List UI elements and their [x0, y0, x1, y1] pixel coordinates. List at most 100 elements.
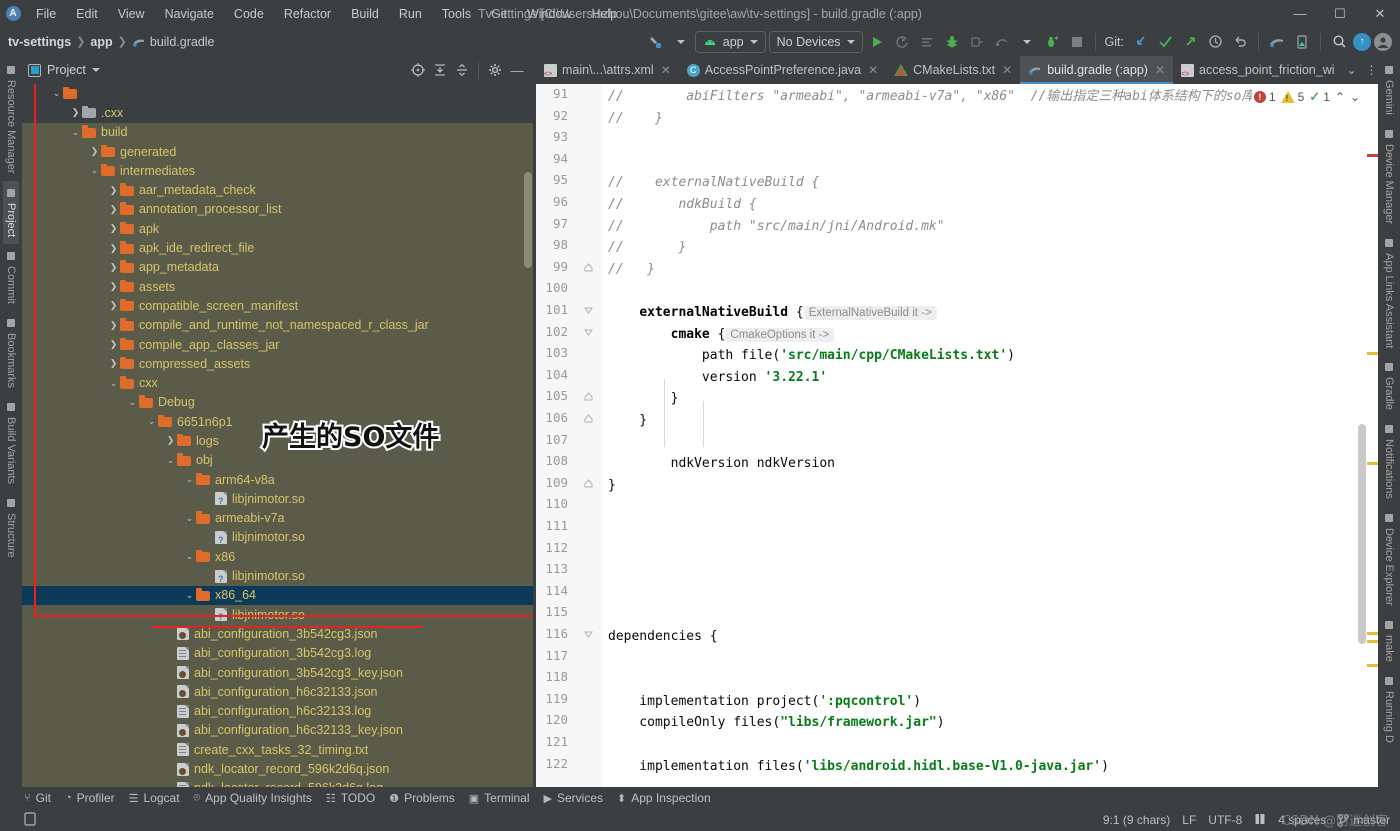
caret-position[interactable]: 9:1 (9 chars): [1103, 813, 1170, 827]
tree-row[interactable]: abi_configuration_h6c32133.json: [22, 682, 533, 701]
code-line[interactable]: // }: [608, 259, 655, 281]
editor-tab-4[interactable]: access_point_friction_wi: [1173, 56, 1343, 84]
code-line[interactable]: compileOnly files("libs/framework.jar"): [608, 712, 945, 734]
tree-row[interactable]: ⌄build: [22, 123, 533, 142]
bottom-tab-terminal[interactable]: ▣Terminal: [469, 791, 530, 805]
fold-end-icon[interactable]: [584, 479, 593, 491]
lock-icon[interactable]: [1254, 813, 1266, 828]
chevron-right-icon[interactable]: ❯: [107, 358, 120, 369]
run-icon[interactable]: [866, 31, 888, 53]
build-dropdown-icon[interactable]: [670, 31, 692, 53]
menu-item-view[interactable]: View: [108, 4, 155, 24]
hide-panel-icon[interactable]: —: [507, 60, 527, 80]
bottom-tab-logcat[interactable]: ☰Logcat: [129, 791, 180, 805]
tree-row[interactable]: ndk_locator_record_596k2d6q.log: [22, 779, 533, 787]
fold-open-icon[interactable]: [584, 306, 593, 318]
menu-item-run[interactable]: Run: [389, 4, 432, 24]
chevron-down-icon[interactable]: ⌄: [1343, 61, 1361, 79]
marker-warning-1[interactable]: [1367, 352, 1378, 355]
code-line[interactable]: }: [608, 475, 616, 497]
tree-row[interactable]: ❯apk: [22, 219, 533, 238]
chevron-right-icon[interactable]: ❯: [107, 339, 120, 350]
tree-row[interactable]: abi_configuration_3b542cg3.json: [22, 624, 533, 643]
menu-item-build[interactable]: Build: [341, 4, 389, 24]
breadcrumb-project[interactable]: tv-settings: [8, 35, 71, 49]
tree-row[interactable]: ⌄app: [22, 84, 533, 103]
tree-row[interactable]: libjnimotor.so: [22, 605, 533, 624]
menu-item-window[interactable]: Window: [517, 4, 581, 24]
tree-row[interactable]: ⌄arm64-v8a: [22, 470, 533, 489]
attach-process-icon[interactable]: [1041, 31, 1063, 53]
chevron-right-icon[interactable]: ❯: [107, 204, 120, 215]
tree-row[interactable]: libjnimotor.so: [22, 489, 533, 508]
editor-gutter[interactable]: 9192939495969798991001011021031041051061…: [536, 84, 602, 787]
code-line[interactable]: ndkVersion ndkVersion: [608, 453, 835, 475]
close-tab-icon[interactable]: ✕: [868, 63, 878, 77]
chevron-right-icon[interactable]: ❯: [107, 300, 120, 311]
code-line[interactable]: cmake {CmakeOptions it ->: [608, 324, 834, 347]
tree-row[interactable]: ❯annotation_processor_list: [22, 200, 533, 219]
tree-row[interactable]: abi_configuration_3b542cg3_key.json: [22, 663, 533, 682]
tree-row[interactable]: libjnimotor.so: [22, 528, 533, 547]
chevron-right-icon[interactable]: ❯: [107, 320, 120, 331]
stop-icon[interactable]: [1066, 31, 1088, 53]
code-line[interactable]: // ndkBuild {: [608, 194, 757, 216]
tree-row[interactable]: ❯aar_metadata_check: [22, 180, 533, 199]
project-tree-container[interactable]: ⌄app❯.cxx⌄build❯generated⌄intermediates❯…: [22, 84, 533, 787]
chevron-right-icon[interactable]: ❯: [107, 243, 120, 254]
tool-tab-gradle[interactable]: Gradle: [1381, 355, 1397, 417]
editor-body[interactable]: 9192939495969798991001011021031041051061…: [536, 84, 1378, 787]
tree-row[interactable]: ❯logs: [22, 431, 533, 450]
tool-tab-gemini[interactable]: Gemini: [1381, 58, 1397, 122]
code-line[interactable]: }: [608, 410, 647, 432]
chevron-down-icon[interactable]: ⌄: [88, 165, 101, 176]
chevron-down-icon[interactable]: ⌄: [183, 513, 196, 524]
bottom-tab-services[interactable]: ▶Services: [544, 791, 603, 805]
tree-row[interactable]: ❯generated: [22, 142, 533, 161]
editor-scrollbar[interactable]: [1358, 424, 1366, 644]
build-hammer-icon[interactable]: [645, 31, 667, 53]
code-line[interactable]: implementation files('libs/android.hidl.…: [608, 756, 1109, 778]
tree-row[interactable]: abi_configuration_3b542cg3.log: [22, 644, 533, 663]
error-badge[interactable]: ! 1: [1254, 90, 1276, 104]
tool-tab-resource-manager[interactable]: Resource Manager: [3, 58, 19, 181]
tool-tab-commit[interactable]: Commit: [3, 244, 19, 311]
code-line[interactable]: path file('src/main/cpp/CMakeLists.txt'): [608, 345, 1015, 367]
breadcrumb-module[interactable]: app: [90, 35, 112, 49]
attach-debugger-icon[interactable]: [966, 31, 988, 53]
tool-tab-make[interactable]: make: [1381, 613, 1397, 669]
chevron-down-icon[interactable]: ⌄: [183, 551, 196, 562]
menu-item-code[interactable]: Code: [224, 4, 274, 24]
chevron-right-icon[interactable]: ❯: [88, 146, 101, 157]
marker-warning-4[interactable]: [1367, 640, 1378, 643]
tree-row[interactable]: abi_configuration_h6c32133.log: [22, 702, 533, 721]
apply-changes-icon[interactable]: [991, 31, 1013, 53]
git-update-icon[interactable]: [1129, 31, 1151, 53]
indent-setting[interactable]: 4 spaces: [1278, 813, 1326, 827]
gradle-sync-icon[interactable]: [1266, 31, 1288, 53]
tree-row[interactable]: ❯app_metadata: [22, 258, 533, 277]
close-tab-icon[interactable]: ✕: [1155, 63, 1165, 77]
project-view-selector[interactable]: Project: [28, 63, 100, 77]
code-line[interactable]: // }: [608, 237, 686, 259]
chevron-down-icon[interactable]: ⌄: [69, 127, 82, 138]
git-push-icon[interactable]: [1179, 31, 1201, 53]
tool-tab-bookmarks[interactable]: Bookmarks: [3, 311, 19, 395]
profiler-icon[interactable]: [916, 31, 938, 53]
tree-row[interactable]: create_cxx_tasks_32_timing.txt: [22, 740, 533, 759]
tree-row[interactable]: ⌄6651n6p1: [22, 412, 533, 431]
tree-row[interactable]: ❯compile_and_runtime_not_namespaced_r_cl…: [22, 316, 533, 335]
code-line[interactable]: dependencies {: [608, 626, 718, 648]
git-history-icon[interactable]: [1204, 31, 1226, 53]
marker-warning-2[interactable]: [1367, 462, 1378, 465]
updates-icon[interactable]: ↑: [1353, 33, 1371, 51]
code-line[interactable]: // externalNativeBuild {: [608, 172, 819, 194]
undo-icon[interactable]: [1229, 31, 1251, 53]
editor-tab-0[interactable]: main\...\attrs.xml✕: [536, 56, 679, 84]
device-selector[interactable]: No Devices: [769, 31, 863, 53]
fold-end-icon[interactable]: [584, 392, 593, 404]
fold-open-icon[interactable]: [584, 328, 593, 340]
marker-warning-5[interactable]: [1367, 664, 1378, 667]
chevron-down-icon[interactable]: ⌄: [50, 88, 63, 99]
breadcrumb-file[interactable]: build.gradle: [150, 35, 215, 49]
